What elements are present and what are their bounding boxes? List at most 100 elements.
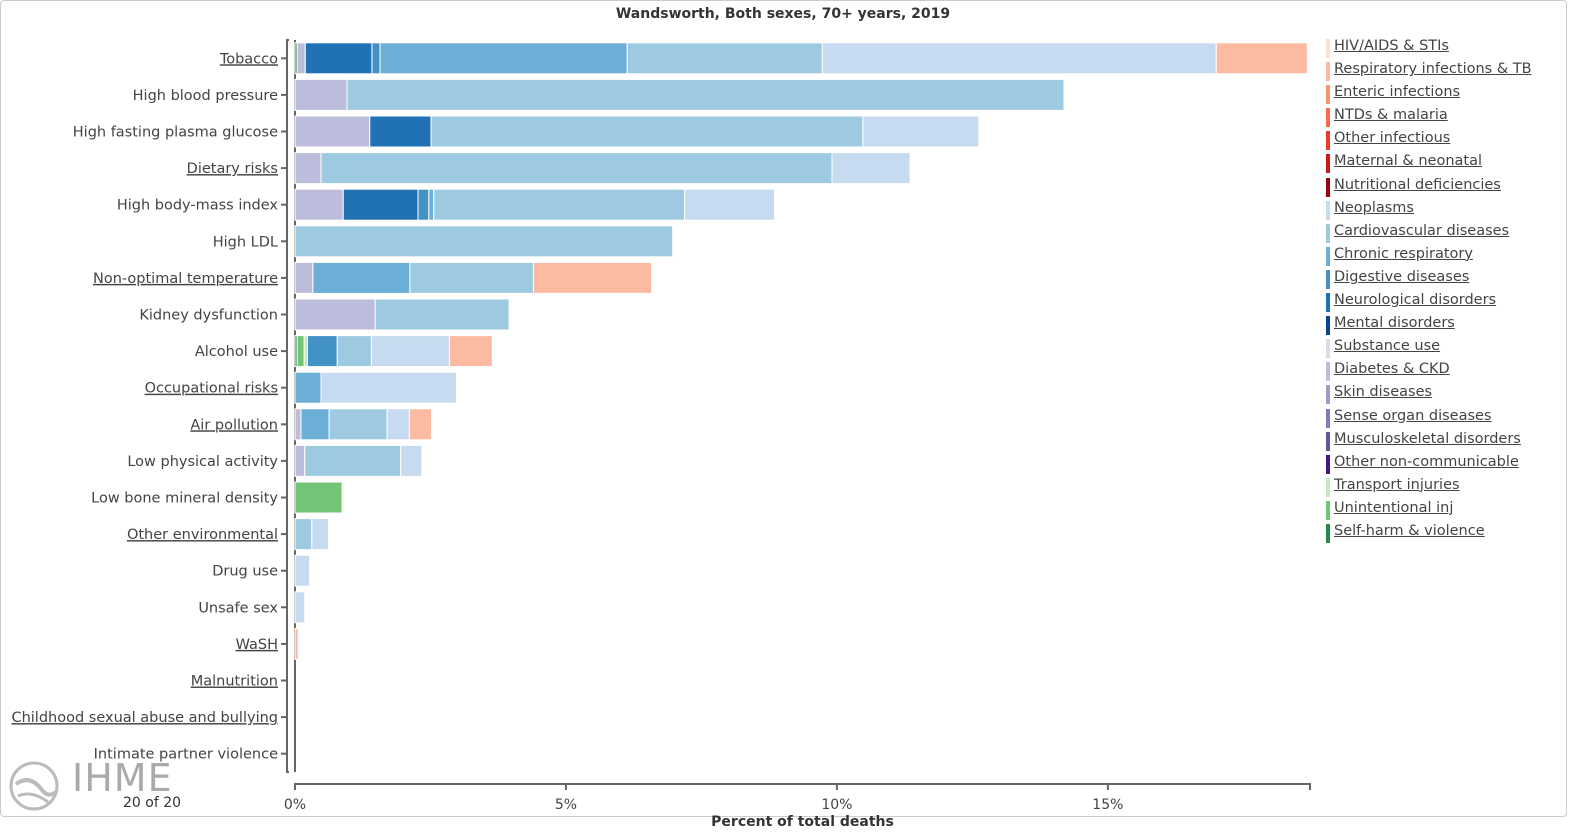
legend-item[interactable]: Digestive diseases: [1326, 269, 1532, 292]
bar-segment[interactable]: [684, 188, 776, 221]
legend-label[interactable]: Self-harm & violence: [1334, 523, 1485, 539]
y-tick-label-childhood-sexual-abuse-and-bullying[interactable]: Childhood sexual abuse and bullying: [11, 710, 278, 726]
y-tick-label-other-environmental[interactable]: Other environmental: [127, 527, 278, 543]
legend-label[interactable]: Enteric infections: [1334, 84, 1460, 100]
legend-label[interactable]: Maternal & neonatal: [1334, 153, 1482, 169]
bar-segment[interactable]: [1215, 42, 1308, 75]
bar-segment[interactable]: [294, 591, 306, 624]
legend-label[interactable]: Skin diseases: [1334, 384, 1432, 400]
legend-item[interactable]: Maternal & neonatal: [1326, 153, 1532, 176]
bar-segment[interactable]: [400, 444, 423, 477]
legend-label[interactable]: NTDs & malaria: [1334, 107, 1448, 123]
bar-segment[interactable]: [336, 335, 372, 368]
legend-label[interactable]: Mental disorders: [1334, 315, 1455, 331]
bar-segment[interactable]: [304, 42, 373, 75]
legend-item[interactable]: Chronic respiratory: [1326, 246, 1532, 269]
bar-segment[interactable]: [626, 42, 823, 75]
bar-segment[interactable]: [294, 371, 322, 404]
legend-label[interactable]: Diabetes & CKD: [1334, 361, 1450, 377]
legend-label[interactable]: Neoplasms: [1334, 200, 1414, 216]
legend-item[interactable]: Other non-communicable: [1326, 454, 1532, 477]
bar-segment[interactable]: [311, 518, 330, 551]
legend-label[interactable]: Sense organ diseases: [1334, 408, 1492, 424]
legend-item[interactable]: Cardiovascular diseases: [1326, 223, 1532, 246]
bar-segment[interactable]: [294, 444, 306, 477]
bar-segment[interactable]: [821, 42, 1217, 75]
legend-label[interactable]: Transport injuries: [1334, 477, 1460, 493]
bar-segment[interactable]: [294, 627, 299, 660]
bar-segment[interactable]: [379, 42, 628, 75]
legend-label[interactable]: Digestive diseases: [1334, 269, 1469, 285]
bar-segment[interactable]: [294, 481, 343, 514]
legend-label[interactable]: HIV/AIDS & STIs: [1334, 38, 1449, 54]
bar-segment[interactable]: [312, 261, 411, 294]
legend-item[interactable]: NTDs & malaria: [1326, 107, 1532, 130]
bar-segment[interactable]: [294, 408, 302, 441]
legend-item[interactable]: Other infectious: [1326, 130, 1532, 153]
bar-segment[interactable]: [294, 152, 322, 185]
bar-segment[interactable]: [386, 408, 410, 441]
bar-segment[interactable]: [346, 78, 1065, 111]
bar-segment[interactable]: [342, 188, 419, 221]
legend-label[interactable]: Musculoskeletal disorders: [1334, 431, 1521, 447]
bar-segment[interactable]: [532, 261, 653, 294]
bar-segment[interactable]: [306, 335, 338, 368]
legend-item[interactable]: Transport injuries: [1326, 477, 1532, 500]
y-tick-label-malnutrition[interactable]: Malnutrition: [191, 674, 278, 690]
bar-segment[interactable]: [408, 408, 433, 441]
legend-item[interactable]: Musculoskeletal disorders: [1326, 431, 1532, 454]
bar-segment[interactable]: [294, 225, 674, 258]
legend-item[interactable]: Nutritional deficiencies: [1326, 177, 1532, 200]
bar-segment[interactable]: [448, 335, 493, 368]
bar-segment[interactable]: [374, 298, 510, 331]
bar-segment[interactable]: [294, 518, 313, 551]
bar-segment[interactable]: [304, 444, 402, 477]
legend-item[interactable]: Skin diseases: [1326, 384, 1532, 407]
bar-segment[interactable]: [300, 408, 330, 441]
y-tick-label-air-pollution[interactable]: Air pollution: [190, 417, 278, 433]
legend-item[interactable]: Diabetes & CKD: [1326, 361, 1532, 384]
bar-segment[interactable]: [294, 261, 314, 294]
bar-segment[interactable]: [428, 188, 435, 221]
legend-label[interactable]: Chronic respiratory: [1334, 246, 1473, 262]
y-tick-label-non-optimal-temperature[interactable]: Non-optimal temperature: [93, 271, 278, 287]
legend-label[interactable]: Nutritional deficiencies: [1334, 177, 1501, 193]
bar-segment[interactable]: [862, 115, 980, 148]
bar-segment[interactable]: [370, 335, 450, 368]
bar-segment[interactable]: [433, 188, 686, 221]
y-tick-label-dietary-risks[interactable]: Dietary risks: [187, 161, 278, 177]
bar-segment[interactable]: [341, 481, 345, 514]
legend-label[interactable]: Respiratory infections & TB: [1334, 61, 1532, 77]
legend-item[interactable]: HIV/AIDS & STIs: [1326, 38, 1532, 61]
bar-segment[interactable]: [320, 371, 457, 404]
legend-item[interactable]: Neurological disorders: [1326, 292, 1532, 315]
legend-label[interactable]: Other infectious: [1334, 130, 1450, 146]
legend-label[interactable]: Other non-communicable: [1334, 454, 1519, 470]
bar-segment[interactable]: [430, 115, 864, 148]
y-tick-label-wash[interactable]: WaSH: [236, 637, 278, 653]
legend-item[interactable]: Mental disorders: [1326, 315, 1532, 338]
legend-item[interactable]: Sense organ diseases: [1326, 408, 1532, 431]
legend-item[interactable]: Neoplasms: [1326, 200, 1532, 223]
legend-item[interactable]: Unintentional inj: [1326, 500, 1532, 523]
bar-segment[interactable]: [369, 115, 432, 148]
bar-segment[interactable]: [328, 408, 388, 441]
legend-item[interactable]: Self-harm & violence: [1326, 523, 1532, 546]
legend-item[interactable]: Respiratory infections & TB: [1326, 61, 1532, 84]
bar-segment[interactable]: [294, 298, 376, 331]
bar-segment[interactable]: [294, 188, 344, 221]
bar-segment[interactable]: [320, 152, 833, 185]
bar-segment[interactable]: [831, 152, 911, 185]
bar-segment[interactable]: [296, 335, 305, 368]
y-tick-label-tobacco[interactable]: Tobacco: [219, 51, 278, 67]
bar-segment[interactable]: [296, 42, 306, 75]
bar-segment[interactable]: [417, 188, 430, 221]
bar-segment[interactable]: [294, 115, 371, 148]
bar-segment[interactable]: [294, 554, 311, 587]
legend-label[interactable]: Unintentional inj: [1334, 500, 1453, 516]
legend-label[interactable]: Substance use: [1334, 338, 1440, 354]
legend-item[interactable]: Enteric infections: [1326, 84, 1532, 107]
legend-item[interactable]: Substance use: [1326, 338, 1532, 361]
legend-label[interactable]: Cardiovascular diseases: [1334, 223, 1509, 239]
legend-label[interactable]: Neurological disorders: [1334, 292, 1496, 308]
